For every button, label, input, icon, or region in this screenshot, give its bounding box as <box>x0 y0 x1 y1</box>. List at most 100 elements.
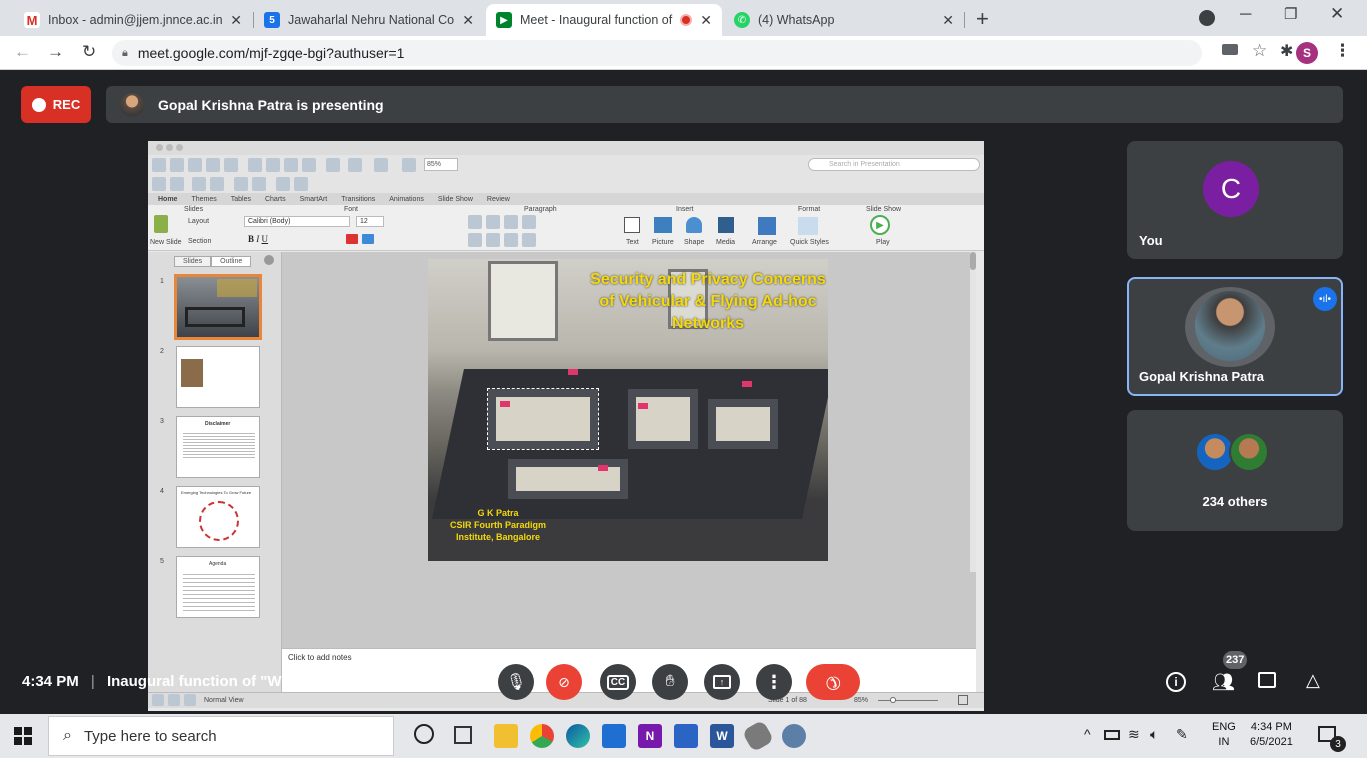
participant-tile-you[interactable]: C You <box>1127 141 1343 259</box>
present-button[interactable]: ↑ <box>704 664 740 700</box>
ribbon-tab-smartart[interactable]: SmartArt <box>300 196 328 203</box>
ribbon-tab-home[interactable]: Home <box>158 196 177 203</box>
copy-icon[interactable] <box>266 158 280 172</box>
ribbon-tab-transitions[interactable]: Transitions <box>341 196 375 203</box>
zoom-field[interactable]: 85% <box>424 158 458 171</box>
wifi-icon[interactable]: ≋ <box>1128 726 1140 743</box>
photos-icon[interactable] <box>602 724 626 748</box>
open-icon[interactable] <box>188 158 202 172</box>
zoom-icon[interactable] <box>402 158 416 172</box>
taskbar-search-box[interactable]: ⌕ Type here to search <box>48 716 394 756</box>
more-options-button[interactable]: ⋮ <box>756 664 792 700</box>
browser-menu-icon[interactable]: ⋮ <box>1334 41 1351 61</box>
cortana-icon[interactable] <box>414 724 434 744</box>
store-icon[interactable] <box>674 724 698 748</box>
align-center-icon[interactable] <box>486 233 500 247</box>
slide-thumbnail-4[interactable]: Emerging Technologies To Grow Future <box>176 486 260 548</box>
ribbon-tab-animations[interactable]: Animations <box>389 196 424 203</box>
taskbar-clock[interactable]: 4:34 PM 6/5/2021 <box>1250 720 1293 750</box>
play-icon[interactable]: ▶ <box>870 215 890 235</box>
save-icon[interactable] <box>206 158 220 172</box>
section-label[interactable]: Section <box>188 238 211 245</box>
new-slide-icon[interactable] <box>154 215 168 233</box>
scrollbar-thumb[interactable] <box>970 252 976 270</box>
print-icon[interactable] <box>224 158 238 172</box>
close-icon[interactable]: ✕ <box>462 12 474 29</box>
paint-icon[interactable] <box>782 724 806 748</box>
font-color-icon[interactable] <box>346 234 358 244</box>
line-spacing-icon[interactable] <box>522 215 536 229</box>
forward-icon[interactable]: → <box>47 42 64 62</box>
play-label[interactable]: Play <box>876 239 890 246</box>
tab-meet[interactable]: ▶ Meet - Inaugural function of ✕ <box>486 4 722 36</box>
minimize-button[interactable]: ─ <box>1240 6 1251 24</box>
ribbon-tab-themes[interactable]: Themes <box>191 196 216 203</box>
ribbon-tab-tables[interactable]: Tables <box>231 196 251 203</box>
cut-icon[interactable] <box>248 158 262 172</box>
insert-picture-label[interactable]: Picture <box>652 239 674 246</box>
normal-view-icon[interactable] <box>152 694 164 706</box>
insert-shape-label[interactable]: Shape <box>684 239 704 246</box>
insert-media-label[interactable]: Media <box>716 239 735 246</box>
align-right-icon[interactable] <box>504 233 518 247</box>
task-view-icon[interactable] <box>454 726 472 744</box>
text-box-icon[interactable] <box>624 217 640 233</box>
highlight-icon[interactable] <box>362 234 374 244</box>
redo-icon[interactable] <box>348 158 362 172</box>
format-painter-icon[interactable] <box>302 158 316 172</box>
toolbar-icon[interactable] <box>234 177 248 191</box>
tab-search-icon[interactable] <box>1199 10 1215 26</box>
zoom-slider[interactable] <box>878 700 938 701</box>
slide-thumbnail-2[interactable] <box>176 346 260 408</box>
people-button[interactable]: 👥︎ <box>1212 672 1235 693</box>
ppt-search-input[interactable]: Search in Presentation <box>808 158 980 171</box>
media-icon[interactable] <box>718 217 734 233</box>
slideshow-icon[interactable] <box>374 158 388 172</box>
address-bar[interactable]: 🔒︎ meet.google.com/mjf-zgqe-bgi?authuser… <box>112 40 1202 66</box>
slide-thumbnail-5[interactable]: Agenda <box>176 556 260 618</box>
restore-button[interactable]: ❐ <box>1284 5 1297 23</box>
battery-icon[interactable] <box>1104 730 1120 740</box>
arrange-label[interactable]: Arrange <box>752 239 777 246</box>
new-tab-button[interactable]: + <box>976 6 989 32</box>
bookmark-star-icon[interactable]: ☆ <box>1252 41 1267 61</box>
slide-thumbnail-3[interactable]: Disclaimer <box>176 416 260 478</box>
bullets-icon[interactable] <box>468 215 482 229</box>
panel-tab-slides[interactable]: Slides <box>174 256 212 267</box>
undo-icon[interactable] <box>326 158 340 172</box>
justify-icon[interactable] <box>522 233 536 247</box>
numbering-icon[interactable] <box>486 215 500 229</box>
microphone-button[interactable]: 🎙︎ <box>498 664 534 700</box>
activities-icon[interactable]: △ <box>1306 670 1320 691</box>
paste-icon[interactable] <box>284 158 298 172</box>
layout-label[interactable]: Layout <box>188 218 209 225</box>
toolbar-icon[interactable] <box>276 177 290 191</box>
align-left-icon[interactable] <box>468 233 482 247</box>
captions-button[interactable]: CC <box>600 664 636 700</box>
font-size-field[interactable]: 12 <box>356 216 384 227</box>
back-icon[interactable]: ← <box>14 42 31 62</box>
ribbon-tab-slideshow[interactable]: Slide Show <box>438 196 473 203</box>
chrome-icon[interactable] <box>530 724 554 748</box>
windows-start-icon[interactable] <box>14 727 32 745</box>
sorter-view-icon[interactable] <box>168 694 180 706</box>
close-icon[interactable]: ✕ <box>942 12 954 29</box>
quick-styles-label[interactable]: Quick Styles <box>790 239 829 246</box>
zoom-slider-thumb[interactable] <box>890 697 896 703</box>
toolbar-icon[interactable] <box>152 177 166 191</box>
meeting-details-button[interactable]: i <box>1166 672 1186 692</box>
leave-call-button[interactable]: ✆ <box>806 664 860 700</box>
edge-icon[interactable] <box>566 724 590 748</box>
tab-gmail[interactable]: M Inbox - admin@jjem.jnnce.ac.in - ✕ <box>14 4 252 36</box>
reload-icon[interactable]: ↻ <box>82 42 96 62</box>
pen-app-icon[interactable] <box>741 719 775 753</box>
toolbar-icon[interactable] <box>252 177 266 191</box>
participant-tile-presenter[interactable]: •ıl• Gopal Krishna Patra <box>1127 277 1343 396</box>
volume-icon[interactable]: 🔈︎ <box>1150 726 1158 743</box>
quick-styles-icon[interactable] <box>798 217 818 235</box>
font-name-field[interactable]: Calibri (Body) <box>244 216 350 227</box>
language-indicator[interactable]: ENG IN <box>1212 720 1236 750</box>
toolbar-icon[interactable] <box>210 177 224 191</box>
toolbar-icon[interactable] <box>170 177 184 191</box>
pen-workspace-icon[interactable]: ✎ <box>1176 726 1188 743</box>
